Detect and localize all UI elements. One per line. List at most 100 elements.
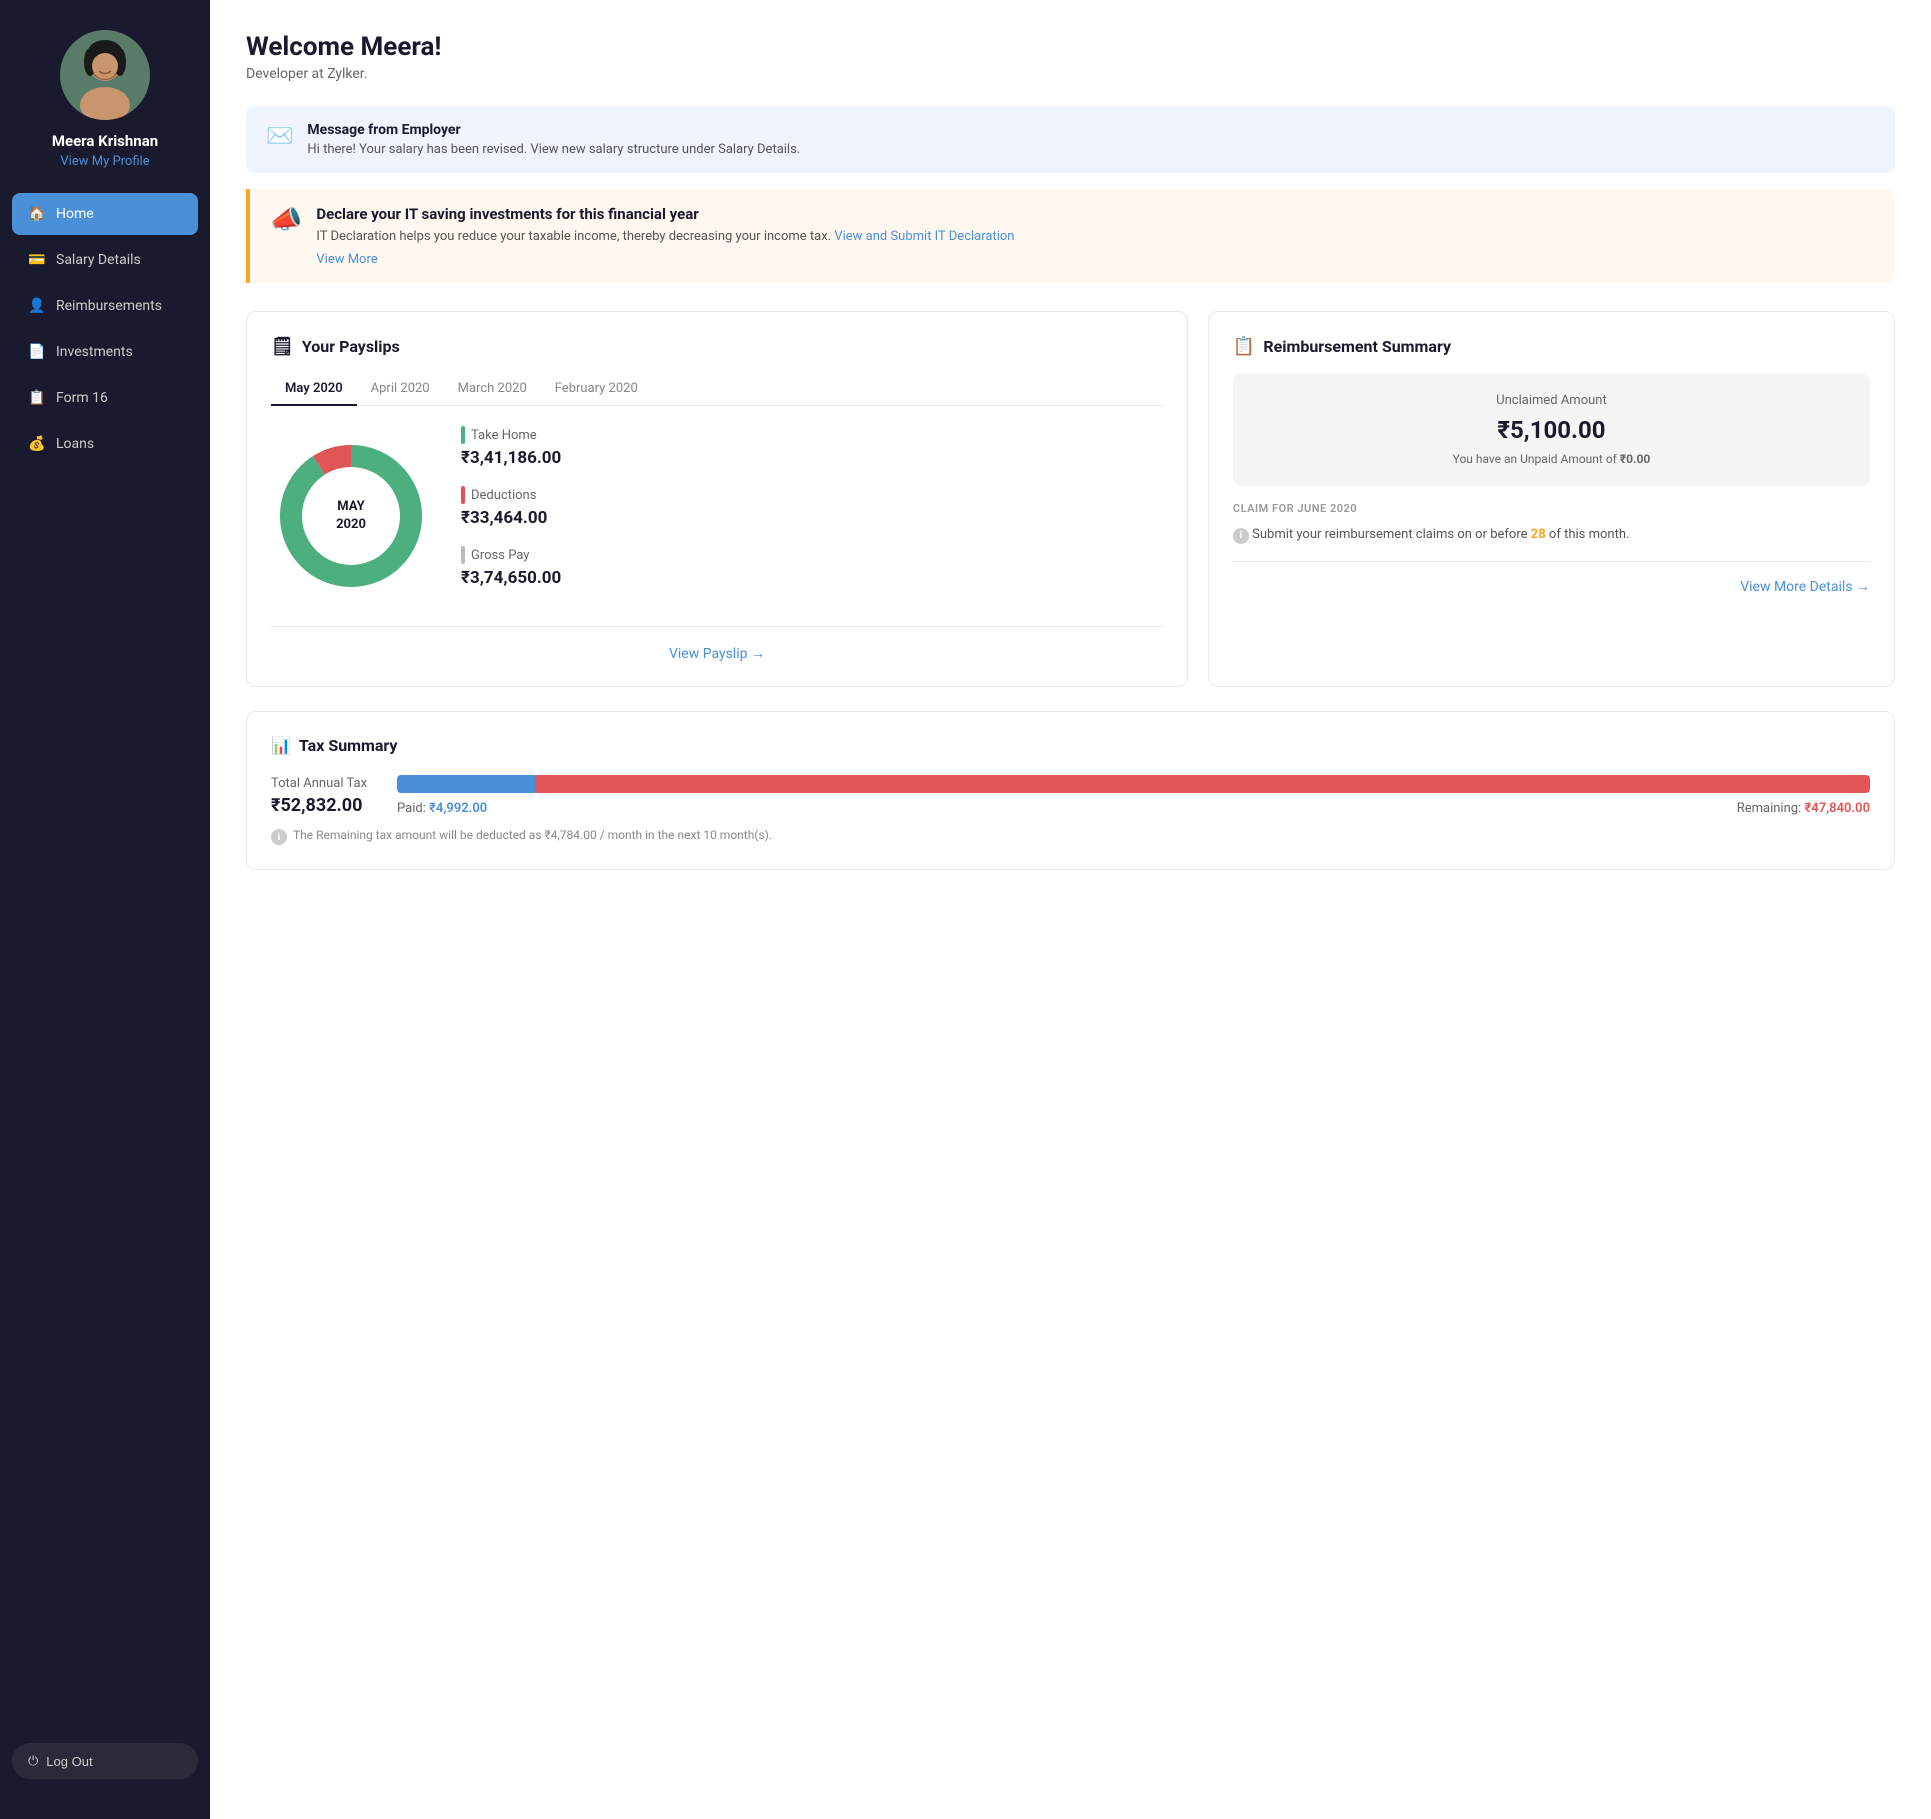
gross-pay-stat: Gross Pay ₹3,74,650.00 [461,546,1163,588]
sidebar-item-home-label: Home [56,206,94,222]
payslip-tab-apr2020[interactable]: April 2020 [357,373,444,406]
tax-row: Total Annual Tax ₹52,832.00 Paid: ₹4,992… [271,775,1870,816]
tax-progress-bar [397,775,1870,793]
logout-button[interactable]: ⏻ Log Out [12,1743,198,1779]
payslip-tabs: May 2020 April 2020 March 2020 February … [271,373,1163,406]
payslips-icon: 🗒 [271,336,294,357]
sidebar-item-investments-label: Investments [56,344,133,360]
sidebar-item-investments[interactable]: 📄 Investments [12,331,198,373]
message-banner: ✉️ Message from Employer Hi there! Your … [246,106,1895,173]
tax-note-text: The Remaining tax amount will be deducte… [293,828,772,842]
payslips-header: 🗒 Your Payslips [271,336,1163,357]
donut-label: MAY 2020 [336,498,366,534]
it-declaration-banner: 📣 Declare your IT saving investments for… [246,189,1895,283]
reimbursement-card-icon: 📋 [1233,336,1255,357]
tax-remaining-label: Remaining: [1737,801,1802,816]
payslip-tab-feb2020[interactable]: February 2020 [541,373,652,406]
message-title: Message from Employer [307,122,800,138]
unclaimed-label: Unclaimed Amount [1253,393,1850,408]
claim-title: CLAIM FOR JUNE 2020 [1233,502,1870,515]
home-icon: 🏠 [28,205,46,223]
deductions-value: ₹33,464.00 [461,508,1163,528]
claim-day: 28 [1531,527,1546,542]
payslip-tab-mar2020[interactable]: March 2020 [444,373,541,406]
tax-note: i The Remaining tax amount will be deduc… [271,828,1870,845]
tax-paid-label-section: Paid: ₹4,992.00 [397,801,487,816]
tax-annual-section: Total Annual Tax ₹52,832.00 [271,776,367,816]
it-view-more-link[interactable]: View More [316,252,1014,267]
reimbursement-header: 📋 Reimbursement Summary [1233,336,1870,357]
it-declaration-body: Declare your IT saving investments for t… [316,205,1014,267]
deductions-stat: Deductions ₹33,464.00 [461,486,1163,528]
reimbursement-title: Reimbursement Summary [1263,337,1451,356]
deductions-bar [461,486,465,504]
tax-summary-title: 📊 Tax Summary [271,736,1870,755]
gross-pay-label: Gross Pay [471,548,529,563]
tax-annual-value: ₹52,832.00 [271,795,367,816]
view-payslip-link[interactable]: View Payslip → [669,646,765,662]
it-declaration-icon: 📣 [270,205,302,235]
tax-paid-bar [397,775,535,793]
tax-remaining-bar [535,775,1870,793]
sidebar-item-loans-label: Loans [56,436,94,452]
tax-remaining-value: ₹47,840.00 [1804,801,1870,816]
claim-text: i Submit your reimbursement claims on or… [1233,525,1870,545]
form16-icon: 📋 [28,389,46,407]
take-home-value: ₹3,41,186.00 [461,448,1163,468]
donut-chart: MAY 2020 [271,436,431,596]
tax-note-icon: i [271,829,287,845]
it-declaration-link[interactable]: View and Submit IT Declaration [834,229,1014,244]
take-home-label: Take Home [471,428,537,443]
tax-bar-labels: Paid: ₹4,992.00 Remaining: ₹47,840.00 [397,801,1870,816]
payslip-tab-may2020[interactable]: May 2020 [271,373,357,406]
reimbursement-card: 📋 Reimbursement Summary Unclaimed Amount… [1208,311,1895,687]
reimbursement-summary-box: Unclaimed Amount ₹5,100.00 You have an U… [1233,373,1870,486]
tax-paid-label: Paid: [397,801,426,816]
sidebar-item-form16-label: Form 16 [56,390,108,406]
payslip-content: MAY 2020 Take Home ₹3,41,186.00 [271,426,1163,606]
investments-icon: 📄 [28,343,46,361]
tax-summary-card: 📊 Tax Summary Total Annual Tax ₹52,832.0… [246,711,1895,870]
welcome-subtitle: Developer at Zylker. [246,66,1895,82]
payslips-title: Your Payslips [302,337,400,356]
gross-pay-bar [461,546,465,564]
tax-icon: 📊 [271,736,291,755]
claim-info-icon: i [1233,528,1249,544]
message-text: Hi there! Your salary has been revised. … [307,142,800,157]
it-declaration-title: Declare your IT saving investments for t… [316,205,1014,223]
user-name: Meera Krishnan [52,132,158,150]
tax-remaining-label-section: Remaining: ₹47,840.00 [1737,801,1870,816]
view-payslip-section: View Payslip → [271,626,1163,662]
deductions-label: Deductions [471,488,536,503]
take-home-stat: Take Home ₹3,41,186.00 [461,426,1163,468]
message-body: Message from Employer Hi there! Your sal… [307,122,800,157]
view-more-details-section: View More Details → [1233,561,1870,595]
tax-annual-label: Total Annual Tax [271,776,367,791]
sidebar-item-home[interactable]: 🏠 Home [12,193,198,235]
sidebar-item-salary-label: Salary Details [56,252,141,268]
avatar [60,30,150,120]
sidebar-item-salary-details[interactable]: 💳 Salary Details [12,239,198,281]
view-more-details-link[interactable]: View More Details → [1740,579,1870,595]
cards-row: 🗒 Your Payslips May 2020 April 2020 Marc… [246,311,1895,687]
unclaimed-amount: ₹5,100.00 [1253,416,1850,444]
payslips-card: 🗒 Your Payslips May 2020 April 2020 Marc… [246,311,1188,687]
tax-bar-section: Paid: ₹4,992.00 Remaining: ₹47,840.00 [397,775,1870,816]
unpaid-text: You have an Unpaid Amount of ₹0.00 [1253,452,1850,466]
salary-icon: 💳 [28,251,46,269]
sidebar-item-form16[interactable]: 📋 Form 16 [12,377,198,419]
main-content: Welcome Meera! Developer at Zylker. ✉️ M… [210,0,1931,1819]
payslip-stats: Take Home ₹3,41,186.00 Deductions ₹33,46… [461,426,1163,606]
sidebar-item-loans[interactable]: 💰 Loans [12,423,198,465]
view-profile-link[interactable]: View My Profile [60,154,149,169]
message-icon: ✉️ [266,124,293,149]
sidebar: Meera Krishnan View My Profile 🏠 Home 💳 … [0,0,210,1819]
unpaid-amount: ₹0.00 [1620,452,1650,466]
logout-icon: ⏻ [28,1753,38,1769]
welcome-title: Welcome Meera! [246,32,1895,62]
it-declaration-text: IT Declaration helps you reduce your tax… [316,229,1014,244]
gross-pay-value: ₹3,74,650.00 [461,568,1163,588]
sidebar-item-reimbursements[interactable]: 👤 Reimbursements [12,285,198,327]
sidebar-item-reimbursements-label: Reimbursements [56,298,162,314]
tax-paid-value: ₹4,992.00 [429,801,487,816]
